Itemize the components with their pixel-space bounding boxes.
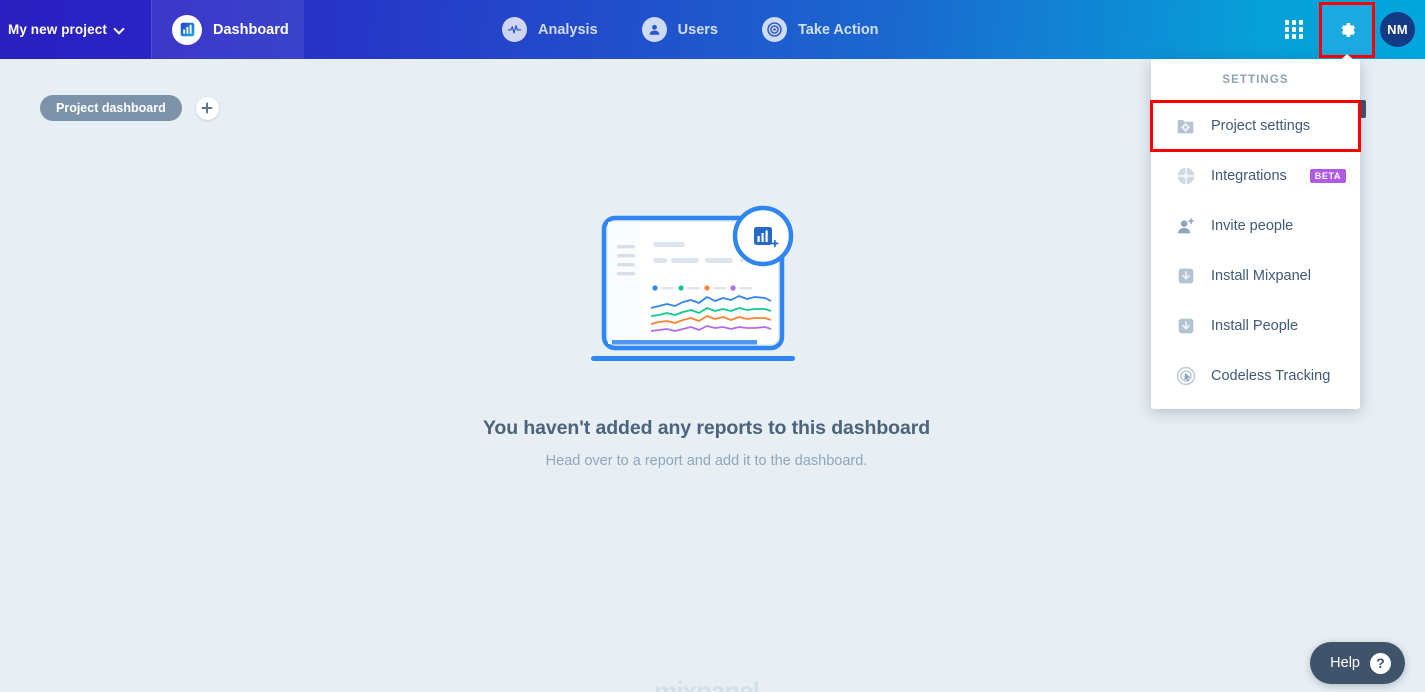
avatar[interactable]: NM <box>1380 12 1415 47</box>
settings-dropdown-menu: SETTINGS Project settings Integrations B… <box>1150 59 1361 409</box>
top-navigation-bar: My new project Dashboard Analysis Users … <box>0 0 1425 59</box>
download-icon <box>1175 265 1197 287</box>
beta-badge: BETA <box>1309 169 1347 183</box>
menu-item-invite-people-label: Invite people <box>1211 218 1294 234</box>
target-icon <box>761 17 787 42</box>
menu-item-integrations[interactable]: Integrations BETA <box>1151 151 1360 201</box>
menu-item-install-people-label: Install People <box>1211 318 1299 334</box>
header-actions: NM <box>1272 0 1425 59</box>
codeless-cursor-icon <box>1175 365 1197 387</box>
person-icon <box>641 17 667 42</box>
menu-item-project-settings[interactable]: Project settings <box>1150 100 1361 152</box>
menu-item-codeless-tracking-label: Codeless Tracking <box>1211 368 1331 384</box>
nav-tab-analysis[interactable]: Analysis <box>480 0 620 59</box>
help-button-label: Help <box>1330 655 1360 671</box>
settings-dropdown-header: SETTINGS <box>1151 59 1360 101</box>
nav-tab-users[interactable]: Users <box>620 0 740 59</box>
dashboard-tab-project-dashboard[interactable]: Project dashboard <box>40 95 182 121</box>
menu-item-install-people[interactable]: Install People <box>1151 301 1360 351</box>
bar-chart-icon <box>172 14 202 45</box>
apps-grid-icon[interactable] <box>1272 8 1316 52</box>
menu-item-invite-people[interactable]: Invite people <box>1151 201 1360 251</box>
folder-gear-icon <box>1175 115 1197 137</box>
nav-tab-users-label: Users <box>677 21 718 38</box>
chevron-down-icon <box>115 24 126 35</box>
menu-item-install-mixpanel[interactable]: Install Mixpanel <box>1151 251 1360 301</box>
nav-tab-dashboard-label: Dashboard <box>213 21 289 38</box>
pulse-icon <box>502 17 527 42</box>
menu-item-project-settings-label: Project settings <box>1211 118 1311 134</box>
nav-tab-take-action[interactable]: Take Action <box>740 0 901 59</box>
dashboard-tabs-row: Project dashboard <box>40 95 219 121</box>
project-name-label: My new project <box>8 22 107 37</box>
question-mark-icon: ? <box>1370 652 1391 674</box>
download-icon <box>1175 315 1197 337</box>
nav-group: Analysis Users Take Action <box>480 0 901 59</box>
menu-item-integrations-label: Integrations <box>1211 168 1287 184</box>
help-button[interactable]: Help ? <box>1310 642 1405 684</box>
project-selector[interactable]: My new project <box>0 0 152 59</box>
nav-tab-dashboard[interactable]: Dashboard <box>152 0 304 59</box>
menu-item-codeless-tracking[interactable]: Codeless Tracking <box>1151 351 1360 401</box>
add-dashboard-button[interactable] <box>195 96 219 120</box>
nav-tab-analysis-label: Analysis <box>538 21 598 38</box>
empty-state-subtitle: Head over to a report and add it to the … <box>545 453 868 469</box>
integrations-icon <box>1175 165 1197 187</box>
person-add-icon <box>1175 215 1197 237</box>
add-report-illustration <box>587 200 827 375</box>
mixpanel-watermark: mixpanel <box>654 676 760 692</box>
empty-state-title: You haven't added any reports to this da… <box>482 417 931 439</box>
settings-gear-button[interactable] <box>1319 1 1375 58</box>
menu-item-install-mixpanel-label: Install Mixpanel <box>1211 268 1311 284</box>
gear-icon <box>1341 22 1356 37</box>
nav-tab-take-action-label: Take Action <box>797 21 879 38</box>
